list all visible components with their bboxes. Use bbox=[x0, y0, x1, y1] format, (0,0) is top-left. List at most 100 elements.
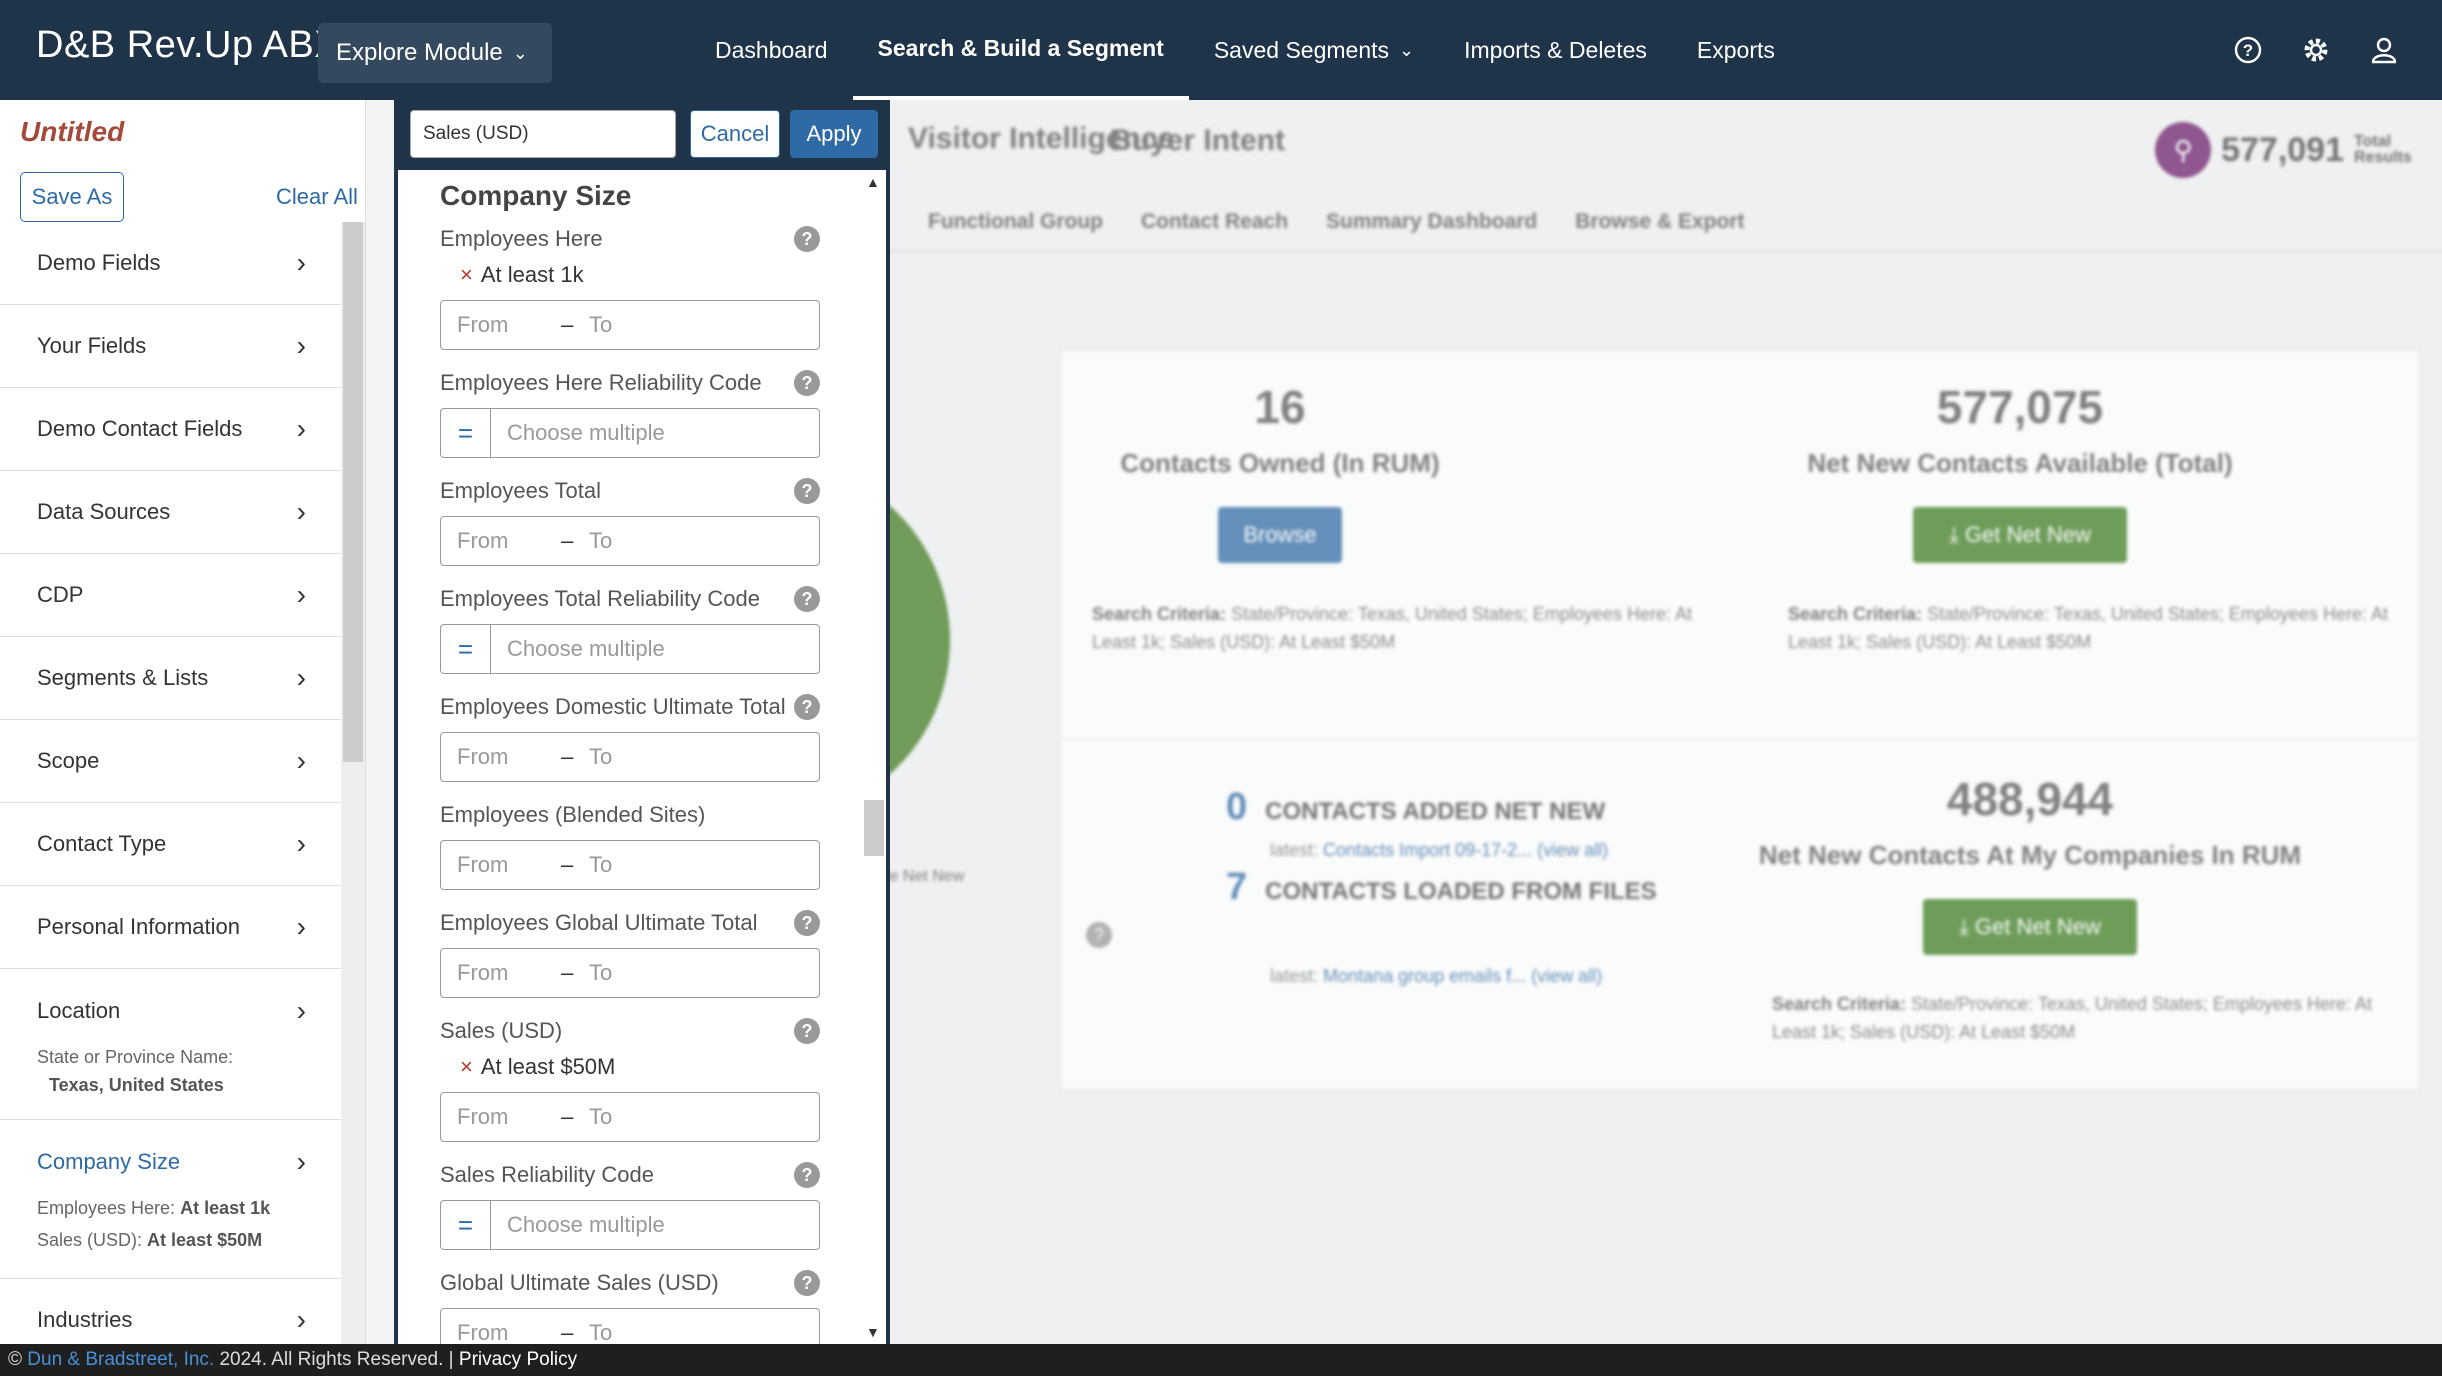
latest-import-link[interactable]: Contacts Import 09-17-2... bbox=[1323, 840, 1532, 860]
company-link[interactable]: Dun & Bradstreet, Inc. bbox=[27, 1349, 214, 1370]
from-input[interactable]: From bbox=[441, 1320, 561, 1344]
privacy-policy-link[interactable]: Privacy Policy bbox=[459, 1349, 577, 1370]
category-demo-contact-fields[interactable]: Demo Contact Fields › bbox=[0, 388, 342, 471]
view-all-link[interactable]: (view all) bbox=[1531, 966, 1602, 986]
from-input[interactable]: From bbox=[441, 1104, 561, 1130]
filter-search-input[interactable] bbox=[410, 110, 676, 158]
category-demo-fields[interactable]: Demo Fields › bbox=[0, 222, 342, 305]
tab-functional-group[interactable]: Functional Group bbox=[928, 210, 1103, 234]
loaded-count: 7 bbox=[1226, 866, 1248, 908]
filter-panel: Cancel Apply Company Size Employees Here… bbox=[394, 100, 890, 1344]
range-input[interactable]: From – To bbox=[440, 516, 820, 566]
nav-imports-deletes[interactable]: Imports & Deletes bbox=[1439, 0, 1672, 100]
help-icon[interactable]: ? bbox=[794, 694, 820, 720]
divider bbox=[890, 250, 2442, 252]
multi-select[interactable]: = Choose multiple bbox=[440, 408, 820, 458]
range-input[interactable]: From – To bbox=[440, 732, 820, 782]
footer: © Dun & Bradstreet, Inc. 2024. All Right… bbox=[0, 1344, 2442, 1376]
operator-select[interactable]: = bbox=[441, 1201, 491, 1249]
range-input[interactable]: From – To bbox=[440, 300, 820, 350]
explore-module-dropdown[interactable]: Explore Module ⌄ bbox=[318, 23, 552, 83]
to-input[interactable]: To bbox=[589, 1104, 819, 1130]
tab-browse-export[interactable]: Browse & Export bbox=[1575, 210, 1744, 234]
segment-title[interactable]: Untitled bbox=[20, 116, 124, 148]
from-input[interactable]: From bbox=[441, 744, 561, 770]
latest-file-link[interactable]: Montana group emails f... bbox=[1323, 966, 1526, 986]
category-industries[interactable]: Industries › bbox=[0, 1279, 342, 1344]
category-data-sources[interactable]: Data Sources › bbox=[0, 471, 342, 554]
to-input[interactable]: To bbox=[589, 528, 819, 554]
scroll-down-icon[interactable]: ▼ bbox=[866, 1324, 880, 1340]
filter-chip: × At least $50M bbox=[460, 1054, 820, 1080]
range-dash: – bbox=[561, 312, 574, 337]
category-scope[interactable]: Scope › bbox=[0, 720, 342, 803]
filter-chip: × At least 1k bbox=[460, 262, 820, 288]
scroll-up-icon[interactable]: ▲ bbox=[866, 174, 880, 190]
from-input[interactable]: From bbox=[441, 960, 561, 986]
help-icon[interactable]: ? bbox=[2230, 32, 2266, 68]
help-icon[interactable]: ? bbox=[794, 586, 820, 612]
remove-chip-icon[interactable]: × bbox=[460, 1054, 473, 1079]
brand-logo[interactable]: D&B Rev.Up ABX bbox=[36, 24, 340, 67]
range-input[interactable]: From – To bbox=[440, 840, 820, 890]
category-scrollbar[interactable] bbox=[341, 222, 365, 1344]
help-icon[interactable]: ? bbox=[794, 910, 820, 936]
help-icon[interactable]: ? bbox=[794, 370, 820, 396]
clear-all-link[interactable]: Clear All bbox=[276, 184, 358, 210]
view-all-link[interactable]: (view all) bbox=[1537, 840, 1608, 860]
help-icon[interactable]: ? bbox=[794, 1270, 820, 1296]
get-net-new-rum-button[interactable]: ⤓ Get Net New bbox=[1923, 899, 2137, 955]
save-as-button[interactable]: Save As bbox=[20, 172, 124, 222]
help-icon[interactable]: ? bbox=[794, 1162, 820, 1188]
gear-icon[interactable] bbox=[2298, 32, 2334, 68]
nav-search-build-segment[interactable]: Search & Build a Segment bbox=[852, 0, 1189, 100]
category-cdp[interactable]: CDP › bbox=[0, 554, 342, 637]
category-contact-type[interactable]: Contact Type › bbox=[0, 803, 342, 886]
operator-select[interactable]: = bbox=[441, 409, 491, 457]
to-input[interactable]: To bbox=[589, 312, 819, 338]
multi-select[interactable]: = Choose multiple bbox=[440, 624, 820, 674]
nav-exports[interactable]: Exports bbox=[1672, 0, 1800, 100]
nav-dashboard[interactable]: Dashboard bbox=[690, 0, 853, 100]
category-your-fields[interactable]: Your Fields › bbox=[0, 305, 342, 388]
to-input[interactable]: To bbox=[589, 1320, 819, 1344]
tab-summary-dashboard[interactable]: Summary Dashboard bbox=[1326, 210, 1537, 234]
panel-scrollbar[interactable]: ▲ ▼ bbox=[862, 170, 886, 1344]
category-location[interactable]: Location › State or Province Name: Texas,… bbox=[0, 969, 342, 1120]
remove-chip-icon[interactable]: × bbox=[460, 262, 473, 287]
category-personal-information[interactable]: Personal Information › bbox=[0, 886, 342, 969]
get-net-new-label: Get Net New bbox=[1974, 914, 2101, 939]
operator-select[interactable]: = bbox=[441, 625, 491, 673]
from-input[interactable]: From bbox=[441, 312, 561, 338]
category-segments-lists[interactable]: Segments & Lists › bbox=[0, 637, 342, 720]
donut-chart bbox=[890, 460, 950, 820]
search-icon[interactable]: ⚲ bbox=[2155, 122, 2212, 178]
tab-contact-reach[interactable]: Contact Reach bbox=[1141, 210, 1288, 234]
scrollbar-thumb[interactable] bbox=[343, 222, 363, 762]
browse-button[interactable]: Browse bbox=[1218, 507, 1342, 563]
to-input[interactable]: To bbox=[589, 960, 819, 986]
top-nav: D&B Rev.Up ABX Explore Module ⌄ Dashboar… bbox=[0, 0, 2442, 100]
from-input[interactable]: From bbox=[441, 852, 561, 878]
rum-criteria: Search Criteria: State/Province: Texas, … bbox=[1772, 990, 2392, 1046]
get-net-new-button[interactable]: ⤓ Get Net New bbox=[1913, 507, 2127, 563]
help-icon[interactable]: ? bbox=[794, 1018, 820, 1044]
to-input[interactable]: To bbox=[589, 852, 819, 878]
user-icon[interactable] bbox=[2366, 32, 2402, 68]
range-input[interactable]: From – To bbox=[440, 1308, 820, 1344]
main-content: Visitor Intelligence Buyer Intent ⚲ 577,… bbox=[890, 100, 2442, 1344]
scrollbar-thumb[interactable] bbox=[864, 800, 884, 856]
help-icon[interactable]: ? bbox=[794, 478, 820, 504]
category-company-size[interactable]: Company Size › Employees Here: At least 1… bbox=[0, 1120, 342, 1279]
help-icon[interactable]: ? bbox=[794, 226, 820, 252]
range-input[interactable]: From – To bbox=[440, 948, 820, 998]
multi-select[interactable]: = Choose multiple bbox=[440, 1200, 820, 1250]
range-input[interactable]: From – To bbox=[440, 1092, 820, 1142]
buyer-intent-logo[interactable]: Buyer Intent bbox=[1110, 124, 1285, 158]
cancel-button[interactable]: Cancel bbox=[690, 110, 780, 158]
to-input[interactable]: To bbox=[589, 744, 819, 770]
help-icon[interactable]: ? bbox=[1086, 922, 1112, 948]
nav-saved-segments[interactable]: Saved Segments ⌄ bbox=[1189, 0, 1439, 100]
from-input[interactable]: From bbox=[441, 528, 561, 554]
apply-button[interactable]: Apply bbox=[790, 110, 878, 158]
